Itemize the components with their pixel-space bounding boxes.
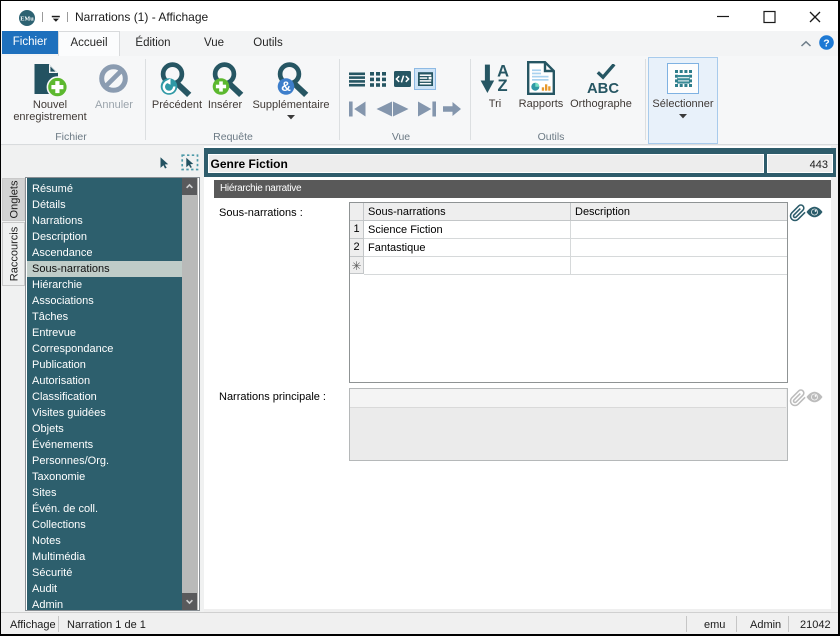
svg-text:Z: Z: [497, 77, 507, 94]
svg-text:Onglets: Onglets: [9, 180, 21, 218]
svg-text:ABC: ABC: [587, 80, 619, 95]
svg-text:EMu: EMu: [20, 16, 34, 23]
svg-text:&: &: [281, 79, 291, 94]
svg-text:?: ?: [823, 37, 829, 49]
svg-text:Raccourcis: Raccourcis: [9, 226, 21, 281]
